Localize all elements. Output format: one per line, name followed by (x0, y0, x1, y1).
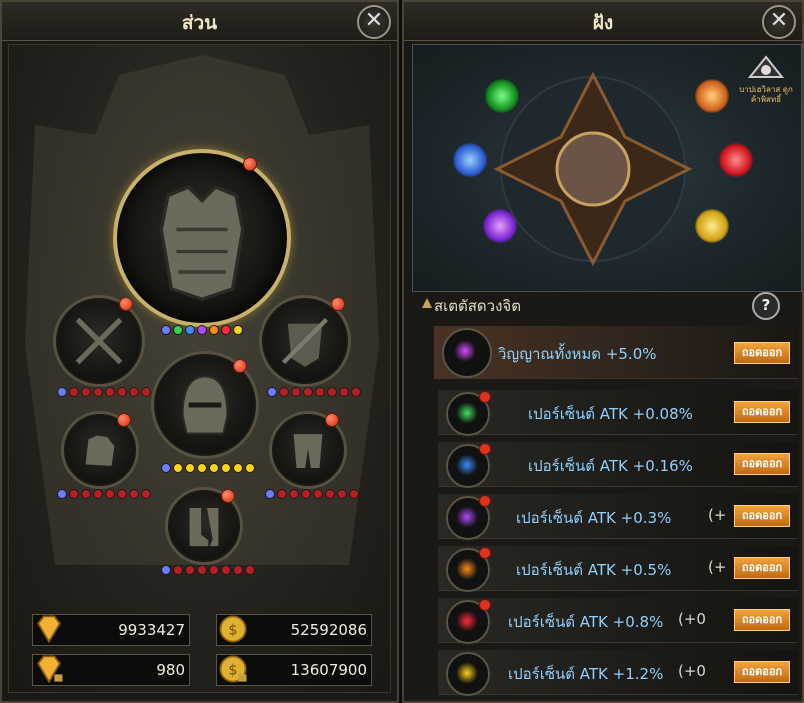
green-soul-orb[interactable] (485, 79, 519, 113)
list-item: เปอร์เซ็นต์ ATK +0.08% ถอดออก (438, 390, 798, 436)
stat-text: เปอร์เซ็นต์ ATK +0.3% (516, 509, 672, 527)
soul-gem-icon[interactable] (442, 328, 492, 378)
bound-diamond-icon (37, 655, 63, 684)
remove-button[interactable]: ถอดออก (734, 505, 790, 527)
section-bullet-icon (422, 298, 432, 308)
weapon-slot[interactable] (53, 295, 145, 387)
remove-button[interactable]: ถอดออก (734, 342, 790, 364)
bound-diamond-value: 980 (156, 661, 185, 679)
list-item: เปอร์เซ็นต์ ATK +0.3% (+ ถอดออก (438, 494, 798, 540)
gloves-gem-sockets (57, 489, 151, 499)
purple-soul-orb[interactable] (483, 209, 517, 243)
gold-counter: $ 52592086 (216, 614, 372, 646)
list-item: เปอร์เซ็นต์ ATK +0.8% (+0 ถอดออก (438, 598, 798, 644)
stat-text: วิญญาณทั้งหมด +5.0% (498, 345, 657, 363)
notification-dot (331, 297, 345, 311)
inlay-panel: ฝัง ✕ บาปเฮวิลาส ดูกค้าพิสทธิ์ สเตตัสดวง… (402, 0, 804, 703)
list-item: เปอร์เซ็นต์ ATK +0.5% (+ ถอดออก (438, 546, 798, 592)
crown-emblem-icon (747, 55, 785, 78)
stat-text: เปอร์เซ็นต์ ATK +0.8% (508, 613, 664, 631)
stat-extra: (+0 (678, 610, 706, 628)
helmet-gem-sockets (161, 463, 255, 473)
list-item: เปอร์เซ็นต์ ATK +1.2% (+0 ถอดออก (438, 650, 798, 696)
gold-value: 52592086 (290, 621, 367, 639)
notification-dot (119, 297, 133, 311)
diamond-counter: 9933427 (32, 614, 190, 646)
notification-dot (479, 443, 491, 455)
list-item: เปอร์เซ็นต์ ATK +0.16% ถอดออก (438, 442, 798, 488)
list-item: วิญญาณทั้งหมด +5.0% ถอดออก (434, 326, 798, 379)
stat-extra: (+ (708, 506, 727, 524)
notification-dot (479, 599, 491, 611)
help-icon[interactable]: ? (752, 292, 780, 320)
weapon-gem-sockets (57, 387, 151, 397)
section-title: สเตตัสดวงจิต (434, 297, 521, 315)
bound-gold-counter: $ 13607900 (216, 654, 372, 686)
offhand-gem-sockets (267, 387, 361, 397)
notification-dot (117, 413, 131, 427)
emblem-label: บาปเฮวิลาส ดูกค้าพิสทธิ์ (739, 85, 793, 104)
diamond-value: 9933427 (118, 621, 185, 639)
notification-dot (479, 547, 491, 559)
remove-button[interactable]: ถอดออก (734, 401, 790, 423)
chest-gem-sockets (161, 325, 243, 335)
crossed-swords-icon (75, 317, 123, 365)
bound-diamond-counter: 980 (32, 654, 190, 686)
notification-dot (325, 413, 339, 427)
svg-text:$: $ (228, 622, 237, 638)
inlay-title: ฝัง (592, 12, 614, 34)
notification-dot (243, 157, 257, 171)
equipment-title: ส่วน (181, 12, 218, 34)
inlay-titlebar: ฝัง ✕ (404, 2, 802, 41)
remove-button[interactable]: ถอดออก (734, 609, 790, 631)
remove-button[interactable]: ถอดออก (734, 453, 790, 475)
close-icon[interactable]: ✕ (762, 5, 796, 39)
soul-gem-icon[interactable] (446, 495, 491, 540)
stat-text: เปอร์เซ็นต์ ATK +0.16% (528, 457, 693, 475)
orange-soul-orb[interactable] (695, 79, 729, 113)
blue-soul-orb[interactable] (453, 143, 487, 177)
remove-button[interactable]: ถอดออก (734, 661, 790, 683)
notification-dot (479, 495, 491, 507)
bound-gold-value: 13607900 (290, 661, 367, 679)
notification-dot (479, 391, 491, 403)
diamond-icon (37, 615, 61, 644)
boots-gem-sockets (161, 565, 255, 575)
equipment-area (8, 44, 391, 693)
stat-text: เปอร์เซ็นต์ ATK +0.5% (516, 561, 672, 579)
close-icon[interactable]: ✕ (357, 5, 391, 39)
leggings-gem-sockets (265, 489, 359, 499)
soul-gem-icon[interactable] (446, 391, 491, 436)
soul-gem-icon[interactable] (446, 599, 491, 644)
remove-button[interactable]: ถอดออก (734, 557, 790, 579)
notification-dot (221, 489, 235, 503)
svg-text:$: $ (228, 662, 237, 678)
yellow-soul-orb[interactable] (695, 209, 729, 243)
bound-gold-coin-icon: $ (219, 655, 247, 683)
equipment-panel: ส่วน ✕ 9933427 $ 52592086 980 $ 13607900 (0, 0, 399, 703)
notification-dot (233, 359, 247, 373)
gold-coin-icon: $ (219, 615, 247, 643)
stat-extra: (+0 (678, 662, 706, 680)
stat-text: เปอร์เซ็นต์ ATK +1.2% (508, 665, 664, 683)
soul-gem-icon[interactable] (446, 547, 491, 592)
equipment-titlebar: ส่วน ✕ (2, 2, 397, 41)
soul-gem-icon[interactable] (446, 652, 490, 696)
stat-extra: (+ (708, 558, 727, 576)
soul-gem-display: บาปเฮวิลาส ดูกค้าพิสทธิ์ (412, 44, 802, 292)
shield-sword-icon (281, 317, 329, 367)
red-soul-orb[interactable] (719, 143, 753, 177)
stat-text: เปอร์เซ็นต์ ATK +0.08% (528, 405, 693, 423)
soul-gem-icon[interactable] (446, 443, 491, 488)
emblem-badge[interactable]: บาปเฮวิลาส ดูกค้าพิสทธิ์ (737, 55, 795, 111)
